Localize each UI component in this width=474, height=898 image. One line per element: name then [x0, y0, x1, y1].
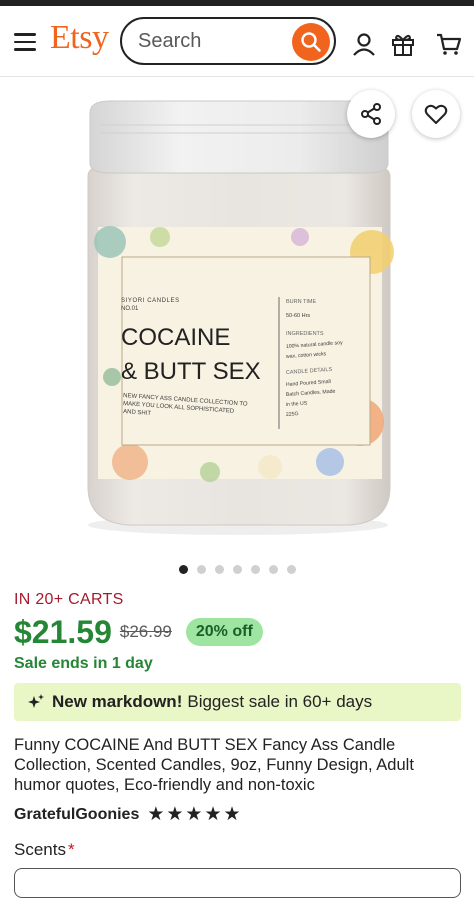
label-burn-value: 50-60 Hrs	[286, 313, 310, 319]
shop-row: GratefulGoonies ★★★★★	[14, 803, 243, 826]
account-icon[interactable]	[351, 31, 377, 57]
product-image[interactable]: SIYORI CANDLES NO.01 COCAINE & BUTT SEX …	[0, 77, 474, 552]
markdown-strong: New markdown!	[52, 692, 183, 711]
sale-price: $21.59	[14, 613, 112, 650]
menu-icon[interactable]	[14, 33, 36, 51]
carousel-dot[interactable]	[232, 565, 242, 574]
discount-badge: 20% off	[185, 618, 263, 646]
sale-ends-text: Sale ends in 1 day	[14, 655, 153, 672]
carousel-dot[interactable]	[268, 565, 278, 574]
gift-icon[interactable]	[390, 31, 416, 57]
carousel-dots	[0, 565, 474, 574]
search-icon	[301, 32, 321, 52]
carousel-dot[interactable]	[178, 565, 188, 574]
share-button[interactable]	[347, 90, 395, 138]
carousel-dot[interactable]	[214, 565, 224, 574]
label-details-4: 225G	[286, 411, 299, 418]
label-ingredients-title: INGREDIENTS	[286, 331, 324, 337]
shop-name[interactable]: GratefulGoonies	[14, 806, 139, 824]
label-burn-title: BURN TIME	[286, 299, 316, 305]
carts-count: IN 20+ CARTS	[14, 591, 124, 608]
label-brand: SIYORI CANDLES	[121, 298, 180, 304]
share-icon	[361, 103, 381, 125]
price-row: $21.59 $26.99 20% off	[14, 612, 263, 652]
required-mark: *	[67, 840, 75, 859]
favorite-button[interactable]	[412, 90, 460, 138]
site-header: Etsy	[0, 6, 474, 77]
carousel-dot[interactable]	[196, 565, 206, 574]
markdown-text: Biggest sale in 60+ days	[187, 692, 373, 711]
markdown-banner: New markdown! Biggest sale in 60+ days	[14, 683, 461, 721]
original-price: $26.99	[119, 622, 172, 641]
label-headline-1: COCAINE	[121, 324, 230, 351]
sparkle-icon	[28, 694, 44, 708]
carousel-dot[interactable]	[286, 565, 296, 574]
search-input[interactable]	[136, 28, 280, 54]
heart-icon	[424, 104, 448, 124]
search-button[interactable]	[292, 23, 330, 61]
cart-icon[interactable]	[436, 31, 462, 57]
scents-label: Scents	[14, 840, 66, 859]
scents-select[interactable]	[14, 868, 461, 898]
carousel-dot[interactable]	[250, 565, 260, 574]
variation-label: Scents *	[14, 840, 75, 860]
etsy-logo[interactable]: Etsy	[50, 19, 109, 57]
rating-stars[interactable]: ★★★★★	[147, 803, 242, 826]
candle-illustration: SIYORI CANDLES NO.01 COCAINE & BUTT SEX …	[87, 100, 394, 535]
product-title: Funny COCAINE And BUTT SEX Fancy Ass Can…	[14, 736, 414, 794]
label-headline-2: & BUTT SEX	[121, 358, 261, 385]
search-bar	[120, 17, 336, 65]
label-number: NO.01	[121, 306, 139, 312]
